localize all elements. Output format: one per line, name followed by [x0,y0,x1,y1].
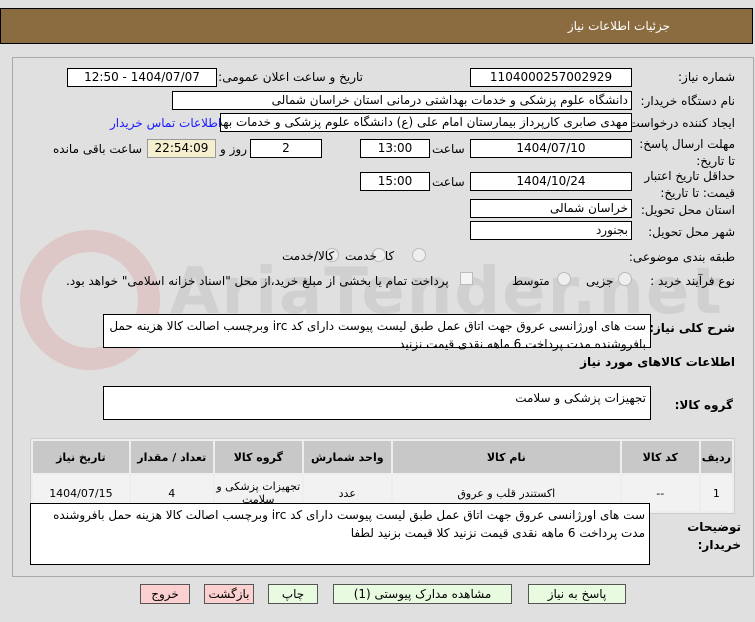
deadline-time-field[interactable]: 13:00 [360,139,430,158]
payment-note: پرداخت تمام یا بخشی از مبلغ خرید،از محل … [66,274,449,288]
category-option-service: خدمت [345,249,377,263]
validity-time-field[interactable]: 15:00 [360,172,430,191]
validity-date-field[interactable]: 1404/10/24 [470,172,632,191]
buyer-notes-textarea[interactable]: ست های اورژانسی عروق جهت اتاق عمل طبق لی… [30,503,650,565]
reply-button[interactable]: پاسخ به نیاز [528,584,626,604]
need-number-label: شماره نیاز: [678,70,735,84]
col-row: ردیف [700,441,732,473]
page-title: جزئیات اطلاعات نیاز [567,19,670,33]
col-unit: واحد شمارش [303,441,391,473]
category-radio-goods[interactable] [412,248,426,262]
category-label: طبقه بندی موضوعی: [628,250,735,264]
goods-heading: اطلاعات کالاهای مورد نیاز [580,355,735,369]
col-group: گروه کالا [214,441,302,473]
print-button[interactable]: چاپ [268,584,318,604]
process-label: نوع فرآیند خرید : [650,274,735,288]
remaining-label: ساعت باقی مانده [53,142,143,156]
view-documents-button[interactable]: مشاهده مدارک پیوستی (1) [333,584,512,604]
category-option-both: کالا/خدمت [282,249,335,263]
table-header-row: ردیف کد کالا نام کالا واحد شمارش گروه کا… [33,441,732,473]
summary-label: شرح کلی نیاز: [649,321,735,335]
remaining-time: 22:54:09 [147,139,216,158]
creator-label: ایجاد کننده درخواست: [624,116,735,130]
group-label: گروه کالا: [674,398,733,412]
province-label: استان محل تحویل: [640,203,735,217]
summary-textarea[interactable]: ست های اورژانسی عروق جهت اتاق عمل طبق لی… [103,314,651,351]
announce-label: تاریخ و ساعت اعلان عمومی: [218,70,363,84]
col-name: نام کالا [392,441,620,473]
buyer-field[interactable]: دانشگاه علوم پزشکی و خدمات بهداشتی درمان… [172,91,632,110]
process-radio-medium[interactable] [557,272,571,286]
city-field[interactable]: بجنورد [470,221,632,240]
group-textarea[interactable]: تجهیزات پزشکی و سلامت [103,386,651,420]
watermark-logo [20,230,160,370]
exit-button[interactable]: خروج [140,584,190,604]
col-code: کد کالا [621,441,699,473]
province-field[interactable]: خراسان شمالی [470,199,632,218]
days-label: روز و [220,142,247,156]
deadline-time-label: ساعت [432,142,465,156]
need-number-field[interactable]: 1104000257002929 [470,68,632,87]
city-label: شهر محل تحویل: [648,225,735,239]
process-radio-minor[interactable] [618,272,632,286]
col-date: تاریخ نیاز [33,441,129,473]
announce-field[interactable]: 1404/07/07 - 12:50 [67,68,217,87]
contact-buyer-link[interactable]: اطلاعات تماس خریدار [110,116,221,130]
validity-time-label: ساعت [432,175,465,189]
col-qty: تعداد / مقدار [130,441,213,473]
back-button[interactable]: بازگشت [204,584,254,604]
days-field[interactable]: 2 [250,139,322,158]
buyer-label: نام دستگاه خریدار: [640,94,736,108]
deadline-label: مهلت ارسال پاسخ: تا تاریخ: [639,137,735,168]
cell-row: 1 [700,475,732,511]
process-option-minor: جزیی [586,274,614,288]
process-option-medium: متوسط [512,274,550,288]
creator-field[interactable]: مهدی صابری کارپرداز بیمارستان امام علی (… [220,113,632,132]
page-header: جزئیات اطلاعات نیاز [0,8,753,44]
buyer-notes-label: توضیحات خریدار: [687,520,741,552]
validity-label: حداقل تاریخ اعتبار قیمت: تا تاریخ: [644,169,735,200]
deadline-date-field[interactable]: 1404/07/10 [470,139,632,158]
islamic-treasury-checkbox[interactable] [460,272,473,285]
